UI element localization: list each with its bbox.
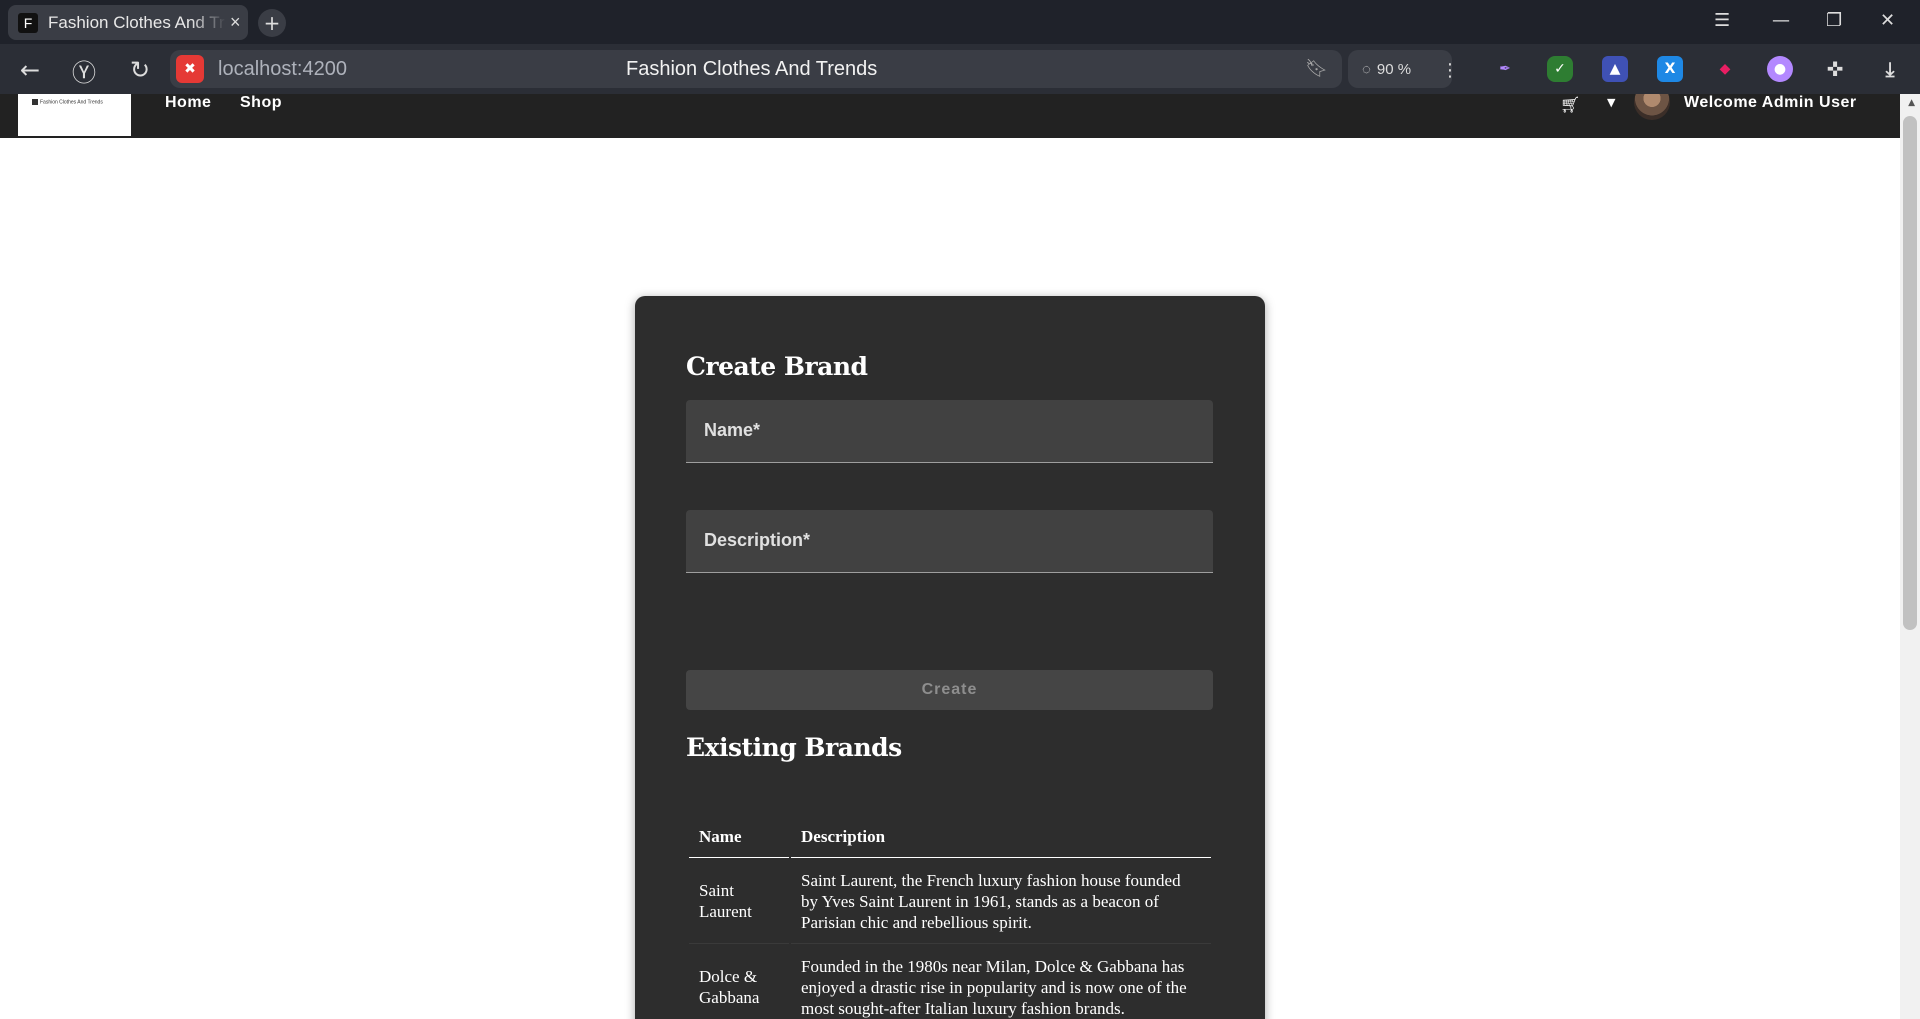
insecure-lock-icon[interactable]: ✖ <box>176 55 204 83</box>
nav-home-link[interactable]: Home <box>165 94 211 112</box>
reload-icon[interactable]: ↻ <box>126 56 154 84</box>
welcome-text: Welcome Admin User <box>1684 94 1857 111</box>
download-icon[interactable]: ⤓ <box>1877 56 1903 82</box>
minimize-icon[interactable]: — <box>1772 10 1790 31</box>
address-bar[interactable]: ✖ localhost:4200 Fashion Clothes And Tre… <box>170 50 1342 88</box>
scrollbar-thumb[interactable] <box>1903 116 1917 630</box>
brands-table: Name Description Saint Laurent Saint Lau… <box>687 815 1213 1019</box>
brand-name-cell: Saint Laurent <box>689 858 789 944</box>
scroll-up-icon[interactable]: ▲ <box>1908 98 1915 108</box>
brand-name-cell: Dolce & Gabbana <box>689 944 789 1019</box>
restore-icon[interactable]: ❐ <box>1826 10 1842 31</box>
feather-extension-icon[interactable]: ✒ <box>1492 56 1518 82</box>
name-field[interactable]: Name* <box>686 400 1213 463</box>
browser-toolbar: ← Ⓨ ↻ ✖ localhost:4200 Fashion Clothes A… <box>0 44 1920 94</box>
nav-shop-link[interactable]: Shop <box>240 94 282 112</box>
chat-extension-icon[interactable]: ● <box>1767 56 1793 82</box>
create-brand-title: Create Brand <box>686 352 868 381</box>
browser-menu-icon[interactable]: ☰ <box>1714 10 1730 31</box>
existing-brands-title: Existing Brands <box>686 733 902 762</box>
shield-extension-icon[interactable]: ✓ <box>1547 56 1573 82</box>
brand-card: Create Brand Name* Description* Create E… <box>635 296 1265 1019</box>
browser-tab[interactable]: F Fashion Clothes And Trends × <box>8 5 248 40</box>
ship-extension-icon[interactable]: ▲ <box>1602 56 1628 82</box>
url-text: localhost:4200 <box>218 58 347 80</box>
puzzle-extensions-icon[interactable]: ✜ <box>1822 56 1848 82</box>
table-header-row: Name Description <box>689 815 1211 858</box>
chat-bubble-icon: ◌ <box>1362 60 1371 78</box>
page-viewport: Fashion Clothes And Trends Home Shop 🛒︎ … <box>0 94 1920 1019</box>
bookmark-icon[interactable]: 🔖︎ <box>1305 58 1328 79</box>
close-window-icon[interactable]: ✕ <box>1880 10 1895 31</box>
table-row: Saint Laurent Saint Laurent, the French … <box>689 858 1211 944</box>
page-scrollbar[interactable]: ▲ <box>1900 94 1920 1019</box>
site-logo[interactable]: Fashion Clothes And Trends <box>18 94 131 136</box>
logo-text: Fashion Clothes And Trends <box>32 99 103 105</box>
more-icon[interactable]: ⋮ <box>1436 56 1464 84</box>
name-input[interactable] <box>686 400 1213 462</box>
address-page-title: Fashion Clothes And Trends <box>626 58 878 80</box>
description-field[interactable]: Description* <box>686 510 1213 573</box>
chevron-down-icon[interactable]: ▼ <box>1607 96 1615 109</box>
new-tab-button[interactable]: + <box>258 9 286 37</box>
brand-description-cell: Founded in the 1980s near Milan, Dolce &… <box>791 944 1211 1019</box>
back-icon[interactable]: ← <box>16 56 44 84</box>
column-header-name: Name <box>689 815 789 858</box>
create-button[interactable]: Create <box>686 670 1213 710</box>
table-row: Dolce & Gabbana Founded in the 1980s nea… <box>689 944 1211 1019</box>
tab-favicon-icon: F <box>18 12 38 33</box>
browser-tab-bar: F Fashion Clothes And Trends × + ☰ — ❐ ✕ <box>0 0 1920 44</box>
app-navbar: Fashion Clothes And Trends Home Shop 🛒︎ … <box>0 94 1900 138</box>
cart-icon[interactable]: 🛒︎ <box>1560 95 1580 114</box>
description-input[interactable] <box>686 510 1213 572</box>
yandex-home-icon[interactable]: Ⓨ <box>70 56 98 87</box>
tab-title: Fashion Clothes And Trends <box>48 12 226 32</box>
angular-extension-icon[interactable]: ◆ <box>1712 56 1738 82</box>
zoom-level: 90 % <box>1376 60 1412 78</box>
column-header-description: Description <box>791 815 1211 858</box>
tab-close-icon[interactable]: × <box>230 12 241 33</box>
brand-description-cell: Saint Laurent, the French luxury fashion… <box>791 858 1211 944</box>
avatar[interactable] <box>1634 94 1670 120</box>
x-extension-icon[interactable]: X <box>1657 56 1683 82</box>
